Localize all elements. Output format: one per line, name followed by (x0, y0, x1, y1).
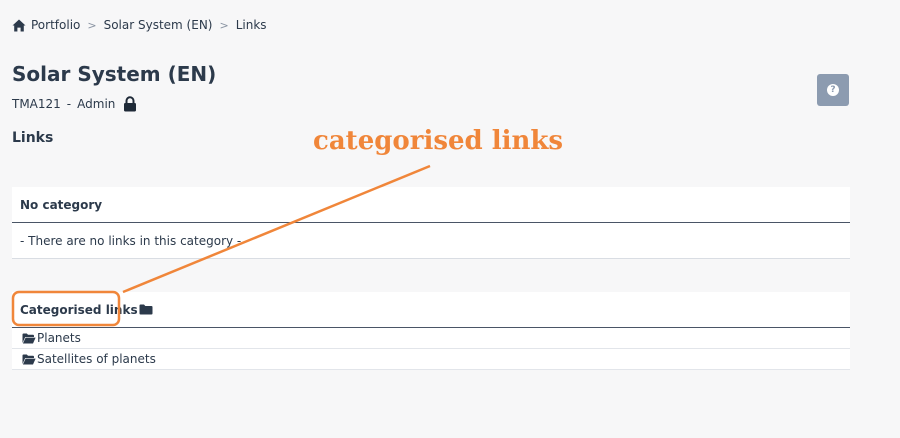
categorised-links-panel: Categorised links Planets Satellites of … (12, 292, 850, 370)
question-icon: ? (827, 84, 839, 96)
section-title: Links (12, 130, 54, 146)
course-info: TMA121 - Admin (12, 96, 137, 112)
category-label[interactable]: Satellites of planets (37, 352, 156, 366)
breadcrumb-item-course[interactable]: Solar System (EN) (104, 18, 213, 32)
no-category-panel: No category - There are no links in this… (12, 187, 850, 259)
course-separator: - (66, 97, 72, 111)
breadcrumb: Portfolio > Solar System (EN) > Links (12, 18, 267, 32)
course-code: TMA121 (12, 97, 61, 111)
categorised-links-heading: Categorised links (12, 292, 850, 328)
category-item-planets[interactable]: Planets (12, 328, 850, 349)
annotation-label: categorised links (313, 126, 564, 156)
folder-icon (139, 304, 153, 315)
lock-icon (124, 96, 137, 112)
course-role: Admin (77, 97, 116, 111)
categorised-links-label: Categorised links (20, 302, 138, 317)
breadcrumb-separator: > (87, 18, 97, 32)
breadcrumb-item-portfolio[interactable]: Portfolio (31, 18, 80, 32)
help-button[interactable]: ? (817, 74, 849, 106)
breadcrumb-item-links[interactable]: Links (236, 18, 267, 32)
no-category-heading: No category (12, 187, 850, 223)
folder-open-icon (22, 354, 36, 364)
breadcrumb-separator: > (219, 18, 229, 32)
home-icon[interactable] (12, 19, 26, 32)
category-item-satellites[interactable]: Satellites of planets (12, 349, 850, 370)
empty-category-message: - There are no links in this category - (12, 223, 850, 259)
category-label[interactable]: Planets (37, 331, 81, 345)
page-title: Solar System (EN) (12, 62, 217, 86)
folder-open-icon (22, 333, 36, 343)
